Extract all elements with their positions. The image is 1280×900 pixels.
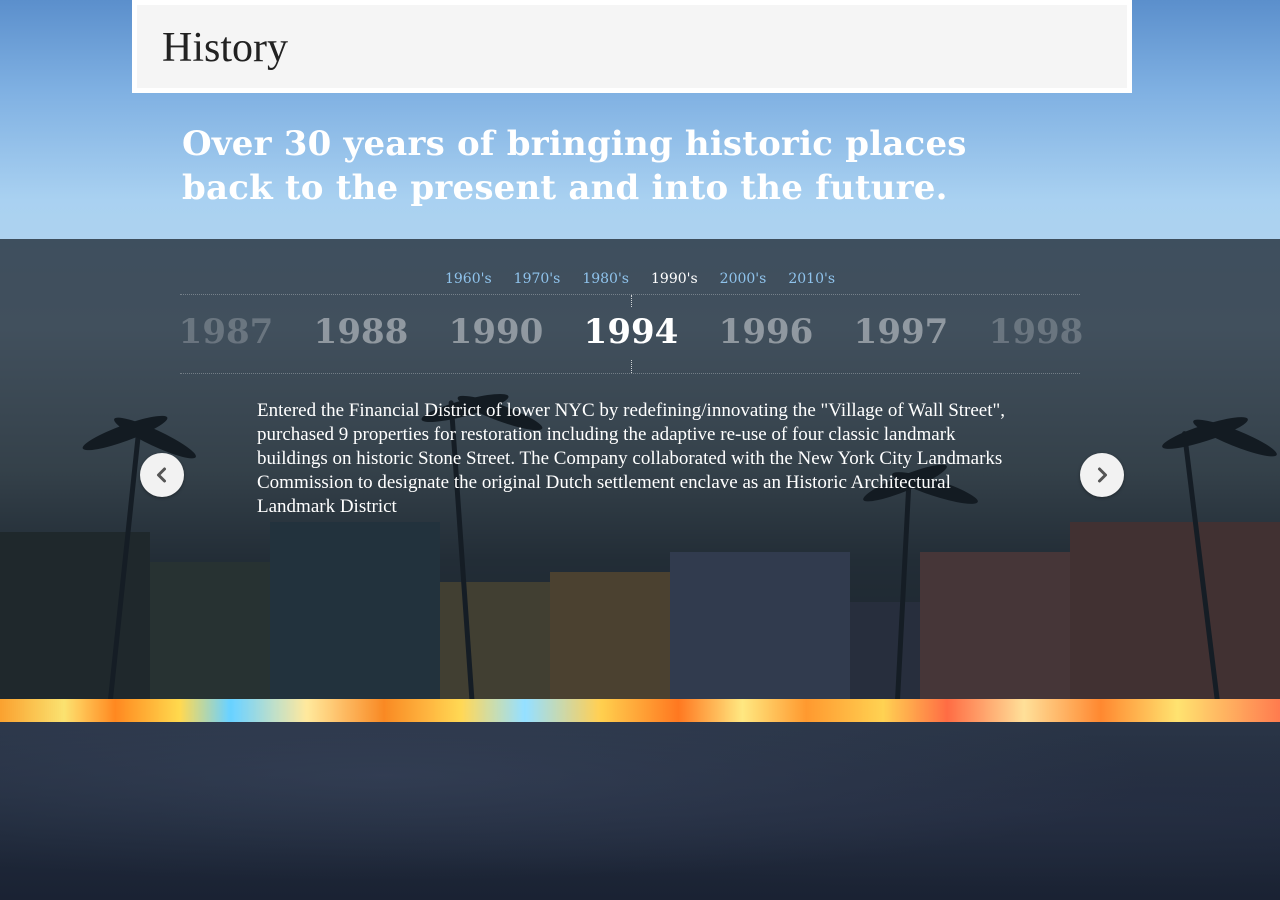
decade-link-1990s[interactable]: 1990's	[651, 269, 698, 289]
timeline-divider-top	[180, 294, 1080, 295]
event-description: Entered the Financial District of lower …	[257, 400, 1006, 517]
chevron-right-icon	[1098, 467, 1107, 483]
decade-link-2000s[interactable]: 2000's	[720, 269, 767, 289]
page-title: History	[162, 25, 288, 71]
street-lights-strip	[0, 699, 1280, 723]
timeline-panel: 1960's 1970's 1980's 1990's 2000's 2010'…	[0, 239, 1280, 699]
year-carousel: 1987 1988 1990 1994 1996 1997 1998	[0, 309, 1280, 357]
hero-tagline: Over 30 years of bringing historic place…	[182, 122, 1042, 210]
page-header: History	[132, 0, 1132, 93]
hero-tagline-line-2: back to the present and into the future.	[182, 168, 948, 208]
year-item[interactable]: 1990	[431, 309, 561, 355]
previous-button[interactable]	[140, 453, 184, 497]
decade-link-1960s[interactable]: 1960's	[445, 269, 492, 289]
hero-tagline-line-1: Over 30 years of bringing historic place…	[182, 124, 967, 164]
chevron-left-icon	[157, 467, 166, 483]
page-header-inner: History	[137, 5, 1127, 88]
year-item[interactable]: 1998	[971, 309, 1101, 355]
next-button[interactable]	[1080, 453, 1124, 497]
year-item[interactable]: 1987	[161, 309, 291, 355]
timeline-marker-bottom	[631, 360, 632, 373]
timeline-marker-top	[631, 295, 632, 307]
decade-link-1980s[interactable]: 1980's	[582, 269, 629, 289]
year-item[interactable]: 1996	[701, 309, 831, 355]
beach-sand	[0, 722, 1280, 900]
decade-link-1970s[interactable]: 1970's	[514, 269, 561, 289]
decade-nav: 1960's 1970's 1980's 1990's 2000's 2010'…	[0, 269, 1280, 289]
timeline-divider-bottom	[180, 373, 1080, 374]
decade-link-2010s[interactable]: 2010's	[788, 269, 835, 289]
year-item[interactable]: 1988	[296, 309, 426, 355]
year-item[interactable]: 1997	[836, 309, 966, 355]
year-item-selected[interactable]: 1994	[566, 309, 696, 355]
